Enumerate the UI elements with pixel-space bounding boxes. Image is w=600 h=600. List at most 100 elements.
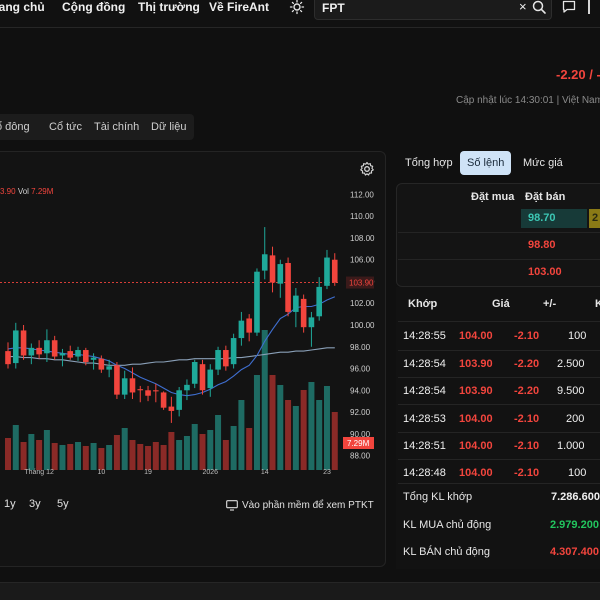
volume-bar xyxy=(191,424,198,470)
volume-bar xyxy=(98,448,105,470)
stock-tabs: ổ đông Cổ tức Tài chính Dữ liệu xyxy=(0,114,194,140)
candle-body xyxy=(277,264,284,284)
trade-volume: 200 xyxy=(566,413,585,425)
divider xyxy=(398,483,600,484)
range-3y-button[interactable]: 3y xyxy=(29,498,41,510)
best-ask-strip[interactable]: 2 xyxy=(589,209,600,228)
candle-body xyxy=(246,318,252,333)
price-change: -2.20 / - xyxy=(556,67,600,82)
nav-about-fireant[interactable]: Về FireAnt xyxy=(209,0,269,14)
search-input[interactable] xyxy=(322,0,502,16)
volume-bar xyxy=(82,446,89,470)
price-tick-label: 100.00 xyxy=(350,321,375,330)
tab-dividends[interactable]: Cổ tức xyxy=(49,121,82,133)
top-nav: rang chủ Cộng đồng Thị trường Về FireAnt… xyxy=(0,0,600,28)
nav-community[interactable]: Cộng đồng xyxy=(62,0,125,14)
price-tick-label: 108.00 xyxy=(350,234,375,243)
nav-market[interactable]: Thị trường xyxy=(138,0,200,14)
trade-price: 104.00 xyxy=(459,440,493,452)
candle-body xyxy=(285,262,291,312)
chart-settings-gear-icon[interactable] xyxy=(359,161,375,177)
active-sell-value: 4.307.400 xyxy=(550,546,599,558)
volume-bar xyxy=(113,435,120,470)
range-1y-button[interactable]: 1y xyxy=(4,498,16,510)
nav-home[interactable]: rang chủ xyxy=(0,0,45,14)
trade-volume: 2.500 xyxy=(557,358,585,370)
trade-col-volume: K xyxy=(595,298,600,310)
open-ptkt-link[interactable]: Vào phần mềm để xem PTKT xyxy=(226,500,374,511)
trade-col-price: Giá xyxy=(492,298,510,310)
total-matched-label: Tổng KL khớp xyxy=(403,491,473,503)
volume-bar xyxy=(59,445,66,470)
trade-change: -2.10 xyxy=(514,330,540,342)
tab-shareholders[interactable]: ổ đông xyxy=(0,121,30,133)
candle-body xyxy=(121,378,128,395)
menu-edge-icon[interactable] xyxy=(588,0,590,14)
best-bid-price: 98.70 xyxy=(528,212,556,224)
trade-volume: 9.500 xyxy=(557,385,585,397)
volume-bar xyxy=(277,385,284,470)
candle-body xyxy=(308,317,315,328)
candle-body xyxy=(184,384,190,391)
x-tick-label: Tháng 12 xyxy=(24,469,54,476)
divider xyxy=(398,321,600,322)
search-box: × xyxy=(314,0,552,20)
trade-volume: 1.000 xyxy=(557,440,585,452)
tab-overview[interactable]: Tổng hợp xyxy=(398,151,460,175)
update-time: Cập nhật lúc 14:30:01 | Việt Nam xyxy=(456,95,600,106)
trade-change: -2.10 xyxy=(514,440,540,452)
price-tick-label: 92.00 xyxy=(350,408,371,417)
candle-body xyxy=(176,390,182,410)
volume-bar xyxy=(230,426,237,470)
trade-change: -2.10 xyxy=(514,467,540,479)
candle-body xyxy=(191,361,198,384)
volume-bar xyxy=(152,442,159,470)
tab-price-level[interactable]: Mức giá xyxy=(516,151,570,175)
candle-body xyxy=(83,350,89,362)
candle-body xyxy=(44,340,50,354)
best-bid[interactable]: 98.70 xyxy=(521,209,587,228)
candle-body xyxy=(324,257,330,286)
candle-body xyxy=(5,351,11,365)
theme-sun-icon[interactable] xyxy=(289,0,305,16)
volume-bar xyxy=(246,428,253,470)
total-matched-value: 7.286.600 xyxy=(551,491,600,503)
ask-price[interactable]: 98.80 xyxy=(528,239,556,251)
volume-bar xyxy=(20,442,27,470)
ask-price[interactable]: 103.00 xyxy=(528,266,562,278)
volume-bar xyxy=(238,400,245,470)
trade-price: 103.90 xyxy=(459,385,493,397)
search-icon[interactable] xyxy=(531,0,547,15)
active-buy-value: 2.979.200 xyxy=(550,519,599,531)
volume-bar xyxy=(5,438,11,470)
volume-bar xyxy=(323,386,330,470)
candle-body xyxy=(153,390,159,392)
chat-icon[interactable] xyxy=(562,0,576,14)
price-tick-label: 112.00 xyxy=(350,190,374,199)
clear-search-icon[interactable]: × xyxy=(519,0,527,15)
volume-bar xyxy=(137,444,144,470)
volume-bar xyxy=(316,400,323,470)
candle-body xyxy=(331,259,338,283)
volume-bar xyxy=(28,434,35,470)
trade-price: 103.90 xyxy=(459,358,493,370)
volume-bar xyxy=(308,382,315,470)
x-tick-label: 14 xyxy=(261,469,269,476)
candle-body xyxy=(223,350,229,367)
volume-bar xyxy=(199,434,206,470)
best-ask-partial: 2 xyxy=(592,212,599,224)
tab-data[interactable]: Dữ liệu xyxy=(151,121,187,133)
candle-body xyxy=(98,358,105,370)
price-tick-label: 94.00 xyxy=(350,386,371,395)
bottom-bar xyxy=(0,582,600,600)
candle-body xyxy=(199,364,206,391)
price-tick-label: 96.00 xyxy=(350,365,371,374)
tab-order-count[interactable]: Số lệnh xyxy=(460,151,512,175)
volume-bar xyxy=(300,390,307,470)
tab-financials[interactable]: Tài chính xyxy=(94,121,139,133)
volume-bar xyxy=(12,425,19,470)
price-chart[interactable]: 112.00110.00108.00106.00104.00102.00100.… xyxy=(0,178,386,478)
range-5y-button[interactable]: 5y xyxy=(57,498,69,510)
volume-bar xyxy=(106,445,113,470)
divider xyxy=(398,232,600,233)
